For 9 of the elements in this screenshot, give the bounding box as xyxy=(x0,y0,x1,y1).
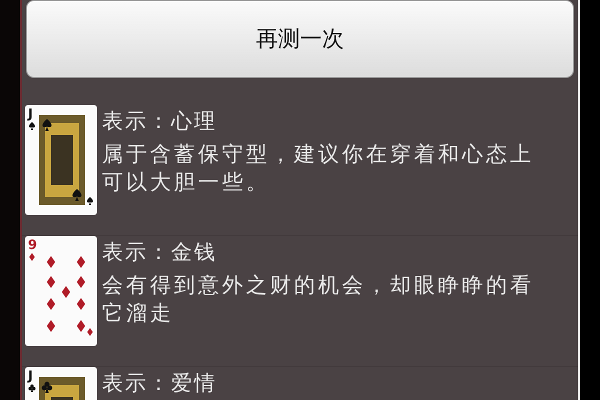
result-description: 会有得到意外之财的机会，却眼睁睁的看它溜走 xyxy=(102,272,535,327)
result-title: 表示：爱情 xyxy=(102,370,218,396)
result-title: 表示：心理 xyxy=(102,108,218,134)
retest-button[interactable]: 再测一次 xyxy=(26,0,574,78)
result-description: 属于含蓄保守型，建议你在穿着和心态上可以大胆一些。 xyxy=(102,141,535,196)
playing-card-drawing: J xyxy=(25,367,97,400)
playing-card-drawing: 9 xyxy=(25,236,97,346)
playing-card-drawing: J xyxy=(25,105,97,215)
result-title: 表示：金钱 xyxy=(102,239,218,265)
